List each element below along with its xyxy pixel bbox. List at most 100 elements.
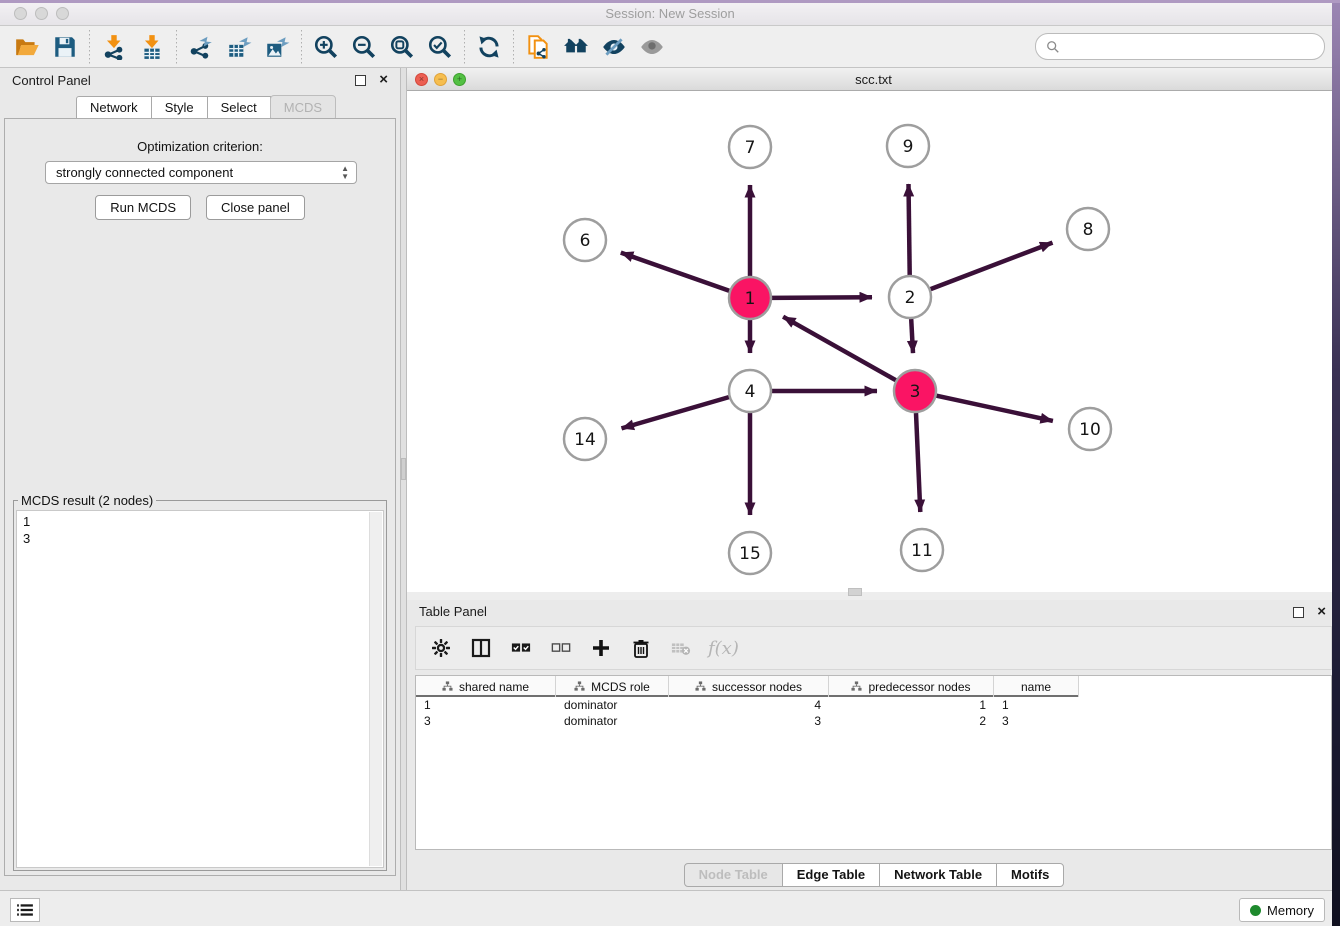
search-box[interactable]: [1035, 33, 1325, 60]
graph-edge-4-14[interactable]: [622, 397, 729, 428]
save-floppy-icon: [52, 34, 78, 60]
save-session-button[interactable]: [46, 29, 84, 65]
tab-network-table[interactable]: Network Table: [879, 863, 997, 887]
show-details-button[interactable]: [633, 29, 671, 65]
select-all-button[interactable]: [508, 635, 534, 661]
delete-column-button[interactable]: [628, 635, 654, 661]
open-session-button[interactable]: [8, 29, 46, 65]
import-network-icon: [101, 34, 127, 60]
export-image-button[interactable]: [258, 29, 296, 65]
graph-node-2[interactable]: 2: [889, 276, 931, 318]
graph-node-8[interactable]: 8: [1067, 208, 1109, 250]
run-mcds-button[interactable]: Run MCDS: [95, 195, 191, 220]
graph-edge-3-10[interactable]: [937, 396, 1053, 421]
zoom-out-icon: [351, 34, 377, 60]
column-header-successor-nodes[interactable]: successor nodes: [669, 676, 829, 697]
close-panel-button[interactable]: Close panel: [206, 195, 305, 220]
graph-edge-2-3[interactable]: [911, 319, 913, 353]
refresh-icon: [476, 34, 502, 60]
column-header-MCDS-role[interactable]: MCDS role: [556, 676, 669, 697]
network-window-titlebar[interactable]: × − + scc.txt: [407, 68, 1340, 91]
mcds-result-title: MCDS result (2 nodes): [18, 493, 156, 508]
network-graph-canvas[interactable]: 7 9 6 8 1 2 4 3 14 10 15 11: [407, 91, 1340, 592]
mcds-buttons-row: Run MCDS Close panel: [5, 195, 395, 220]
import-network-button[interactable]: [95, 29, 133, 65]
control-panel-title: Control Panel: [12, 73, 91, 88]
column-header-shared-name[interactable]: shared name: [416, 676, 556, 697]
refresh-layout-button[interactable]: [470, 29, 508, 65]
graph-node-15[interactable]: 15: [729, 532, 771, 574]
tab-motifs[interactable]: Motifs: [996, 863, 1064, 887]
criterion-dropdown[interactable]: strongly connected component ▲▼: [45, 161, 357, 184]
hide-details-button[interactable]: [595, 29, 633, 65]
export-table-button[interactable]: [220, 29, 258, 65]
zoom-selected-button[interactable]: [421, 29, 459, 65]
deselect-all-button[interactable]: [548, 635, 574, 661]
desktop-background: [1332, 0, 1340, 926]
graph-node-3[interactable]: 3: [894, 370, 936, 412]
node-table[interactable]: shared nameMCDS rolesuccessor nodesprede…: [415, 675, 1332, 850]
graph-node-7[interactable]: 7: [729, 126, 771, 168]
result-scrollbar[interactable]: [369, 512, 382, 866]
network-view-window: × − + scc.txt 7 9 6 8 1 2 4 3 14 10 15 11: [407, 68, 1340, 592]
session-title: Session: New Session: [0, 6, 1340, 21]
zoom-fit-icon: [389, 34, 415, 60]
table-row[interactable]: 1dominator411: [416, 697, 1331, 713]
graph-node-4[interactable]: 4: [729, 370, 771, 412]
graph-node-6[interactable]: 6: [564, 219, 606, 261]
window-top-edge: [0, 0, 1340, 3]
splitter-handle[interactable]: [848, 588, 862, 596]
memory-status-icon: [1250, 905, 1261, 916]
close-panel-icon[interactable]: ×: [1317, 603, 1326, 620]
column-header-predecessor-nodes[interactable]: predecessor nodes: [829, 676, 994, 697]
table-row[interactable]: 3dominator323: [416, 713, 1331, 729]
graph-node-9[interactable]: 9: [887, 125, 929, 167]
function-builder-button[interactable]: f(x): [708, 638, 739, 659]
import-table-button[interactable]: [133, 29, 171, 65]
svg-text:10: 10: [1079, 420, 1101, 440]
search-input[interactable]: [1060, 39, 1314, 54]
export-network-button[interactable]: [182, 29, 220, 65]
network-document-button[interactable]: [519, 29, 557, 65]
column-sort-icon: [442, 681, 453, 692]
close-panel-icon[interactable]: ×: [379, 71, 388, 88]
graph-edge-2-8[interactable]: [931, 243, 1053, 290]
table-cell: 2: [829, 714, 994, 728]
graph-node-1[interactable]: 1: [729, 277, 771, 319]
splitter-handle[interactable]: [401, 458, 406, 480]
float-panel-icon[interactable]: [1293, 607, 1304, 618]
network-file-title: scc.txt: [407, 72, 1340, 87]
search-icon: [1046, 40, 1060, 54]
home-layout-button[interactable]: [557, 29, 595, 65]
tab-node-table[interactable]: Node Table: [684, 863, 783, 887]
zoom-selected-icon: [427, 34, 453, 60]
svg-text:4: 4: [745, 382, 756, 402]
column-view-button[interactable]: [468, 635, 494, 661]
graph-node-10[interactable]: 10: [1069, 408, 1111, 450]
horizontal-splitter[interactable]: [407, 592, 1340, 600]
zoom-out-button[interactable]: [345, 29, 383, 65]
graph-edge-3-1[interactable]: [783, 317, 896, 381]
toolbar-separator: [176, 30, 177, 64]
graph-edge-1-2[interactable]: [772, 297, 872, 298]
columns-icon: [471, 638, 491, 658]
delete-table-button[interactable]: [668, 635, 694, 661]
graph-edge-1-6[interactable]: [621, 253, 729, 291]
graph-edge-3-11[interactable]: [916, 413, 920, 512]
graph-node-14[interactable]: 14: [564, 418, 606, 460]
task-history-button[interactable]: [10, 898, 40, 922]
gear-icon: [431, 638, 451, 658]
vertical-splitter[interactable]: [400, 68, 407, 890]
memory-button[interactable]: Memory: [1239, 898, 1325, 922]
column-header-name[interactable]: name: [994, 676, 1079, 697]
table-settings-button[interactable]: [428, 635, 454, 661]
float-panel-icon[interactable]: [355, 75, 366, 86]
graph-node-11[interactable]: 11: [901, 529, 943, 571]
add-column-button[interactable]: [588, 635, 614, 661]
column-sort-icon: [574, 681, 585, 692]
tab-edge-table[interactable]: Edge Table: [782, 863, 880, 887]
graph-edge-2-9[interactable]: [909, 184, 910, 275]
zoom-in-button[interactable]: [307, 29, 345, 65]
svg-text:8: 8: [1083, 220, 1094, 240]
zoom-fit-button[interactable]: [383, 29, 421, 65]
